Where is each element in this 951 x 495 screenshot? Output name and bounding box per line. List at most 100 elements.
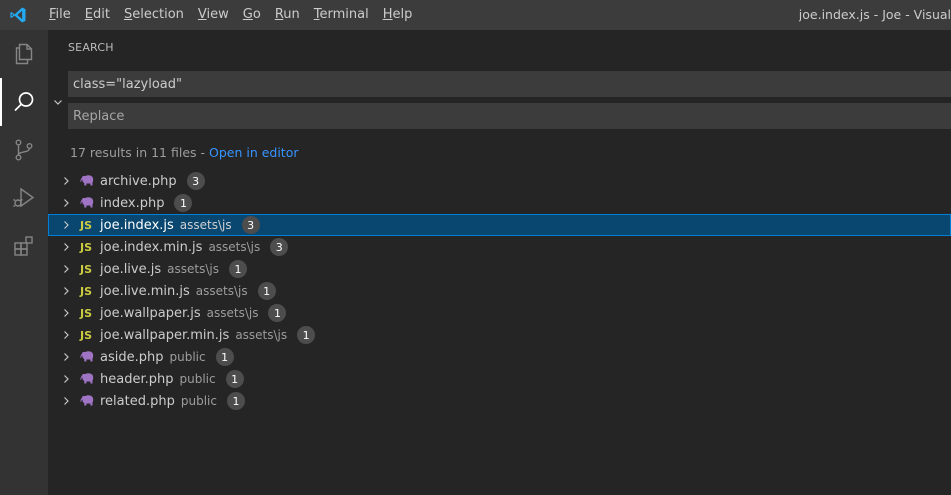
js-file-icon: JS xyxy=(80,241,98,254)
match-count-badge: 1 xyxy=(215,348,234,366)
result-file-name: header.php xyxy=(100,371,174,387)
result-file-path: public xyxy=(169,350,206,364)
js-file-icon: JS xyxy=(80,219,98,232)
chevron-right-icon[interactable] xyxy=(60,192,72,214)
result-file-name: aside.php xyxy=(100,349,164,365)
result-file-row[interactable]: JS joe.index.min.js assets\js 3 xyxy=(48,236,951,258)
result-file-row[interactable]: JS joe.wallpaper.min.js assets\js 1 xyxy=(48,324,951,346)
menu-selection[interactable]: Selection xyxy=(117,0,191,30)
result-file-path: assets\js xyxy=(167,262,219,276)
js-file-icon-label: JS xyxy=(80,328,93,342)
menu-help[interactable]: Help xyxy=(376,0,420,30)
php-elephant-icon xyxy=(80,175,98,187)
match-count-badge: 1 xyxy=(226,392,245,410)
result-file-row[interactable]: JS joe.live.min.js assets\js 1 xyxy=(48,280,951,302)
menu-file[interactable]: File xyxy=(42,0,78,30)
results-count: 17 results in 11 files - xyxy=(70,145,209,160)
search-input[interactable]: class="lazyload" xyxy=(68,71,951,97)
match-count-badge: 1 xyxy=(268,304,287,322)
match-count-badge: 1 xyxy=(257,282,276,300)
result-file-path: assets\js xyxy=(206,306,259,320)
php-elephant-icon xyxy=(80,373,98,385)
vscode-logo-icon xyxy=(0,0,36,30)
menu-run[interactable]: Run xyxy=(268,0,307,30)
js-file-icon-label: JS xyxy=(80,218,93,232)
result-file-row[interactable]: related.php public 1 xyxy=(48,390,951,412)
php-elephant-icon xyxy=(80,351,98,363)
match-count-badge: 1 xyxy=(228,260,247,278)
chevron-right-icon[interactable] xyxy=(60,170,72,192)
js-file-icon: JS xyxy=(80,285,98,298)
result-file-name: joe.live.js xyxy=(100,261,162,277)
search-button[interactable] xyxy=(0,78,48,126)
php-elephant-icon xyxy=(80,395,98,407)
chevron-right-icon[interactable] xyxy=(60,324,72,346)
activity-bar xyxy=(0,30,48,495)
chevron-right-icon[interactable] xyxy=(60,280,72,302)
menu-edit[interactable]: Edit xyxy=(78,0,117,30)
replace-input[interactable]: Replace xyxy=(68,103,951,129)
source-control-button[interactable] xyxy=(0,126,48,174)
extensions-icon xyxy=(14,236,33,256)
menu-go[interactable]: Go xyxy=(236,0,268,30)
results-summary: 17 results in 11 files - Open in editor xyxy=(70,145,299,160)
match-count-badge: 3 xyxy=(186,172,205,190)
js-file-icon: JS xyxy=(80,329,98,342)
php-elephant-icon xyxy=(80,197,98,209)
result-file-path: public xyxy=(179,372,216,386)
result-file-path: assets\js xyxy=(195,284,248,298)
chevron-right-icon[interactable] xyxy=(60,302,72,324)
result-file-row[interactable]: JS joe.index.js assets\js 3 xyxy=(48,214,951,236)
chevron-right-icon[interactable] xyxy=(60,214,72,236)
result-file-row[interactable]: header.php public 1 xyxy=(48,368,951,390)
run-debug-button[interactable] xyxy=(0,174,48,222)
chevron-down-icon xyxy=(54,100,62,105)
result-file-path: assets\js xyxy=(235,328,288,342)
js-file-icon-label: JS xyxy=(80,262,93,276)
result-file-row[interactable]: aside.php public 1 xyxy=(48,346,951,368)
result-file-name: related.php xyxy=(100,393,175,409)
files-icon xyxy=(15,43,33,65)
chevron-right-icon[interactable] xyxy=(60,346,72,368)
result-file-name: joe.wallpaper.min.js xyxy=(100,327,230,343)
match-count-badge: 3 xyxy=(241,216,260,234)
open-in-editor-link[interactable]: Open in editor xyxy=(209,145,299,160)
search-sidebar: SEARCH class="lazyload" Replace 17 resul… xyxy=(48,30,951,495)
result-file-name: joe.index.js xyxy=(100,217,174,233)
js-file-icon: JS xyxy=(80,307,98,320)
result-file-path: assets\js xyxy=(208,240,261,254)
debug-icon xyxy=(13,187,35,208)
menu-view[interactable]: View xyxy=(191,0,236,30)
results-tree: archive.php 3 index.php 1 JS joe.index.js asse… xyxy=(48,170,951,412)
result-file-row[interactable]: JS joe.wallpaper.js assets\js 1 xyxy=(48,302,951,324)
js-file-icon: JS xyxy=(80,263,98,276)
menu-bar: File Edit Selection View Go Run Terminal… xyxy=(42,0,419,30)
result-file-name: index.php xyxy=(100,195,165,211)
chevron-right-icon[interactable] xyxy=(60,258,72,280)
result-file-name: joe.wallpaper.js xyxy=(100,305,201,321)
search-panel-title: SEARCH xyxy=(68,41,114,54)
search-icon xyxy=(14,92,34,112)
extensions-button[interactable] xyxy=(0,222,48,270)
result-file-path: assets\js xyxy=(179,218,232,232)
chevron-right-icon[interactable] xyxy=(60,390,72,412)
window-title: joe.index.js - Joe - Visual xyxy=(798,7,951,22)
explorer-button[interactable] xyxy=(0,30,48,78)
match-count-badge: 1 xyxy=(225,370,244,388)
chevron-right-icon[interactable] xyxy=(60,236,72,258)
title-bar: File Edit Selection View Go Run Terminal… xyxy=(0,0,951,30)
result-file-name: joe.index.min.js xyxy=(100,239,203,255)
match-count-badge: 1 xyxy=(297,326,316,344)
match-count-badge: 3 xyxy=(270,238,289,256)
js-file-icon-label: JS xyxy=(80,240,93,254)
chevron-right-icon[interactable] xyxy=(60,368,72,390)
result-file-row[interactable]: JS joe.live.js assets\js 1 xyxy=(48,258,951,280)
match-count-badge: 1 xyxy=(174,194,193,212)
result-file-name: joe.live.min.js xyxy=(100,283,190,299)
result-file-name: archive.php xyxy=(100,173,177,189)
result-file-row[interactable]: index.php 1 xyxy=(48,192,951,214)
toggle-replace-button[interactable] xyxy=(52,94,64,110)
result-file-path: public xyxy=(180,394,217,408)
menu-terminal[interactable]: Terminal xyxy=(307,0,376,30)
result-file-row[interactable]: archive.php 3 xyxy=(48,170,951,192)
